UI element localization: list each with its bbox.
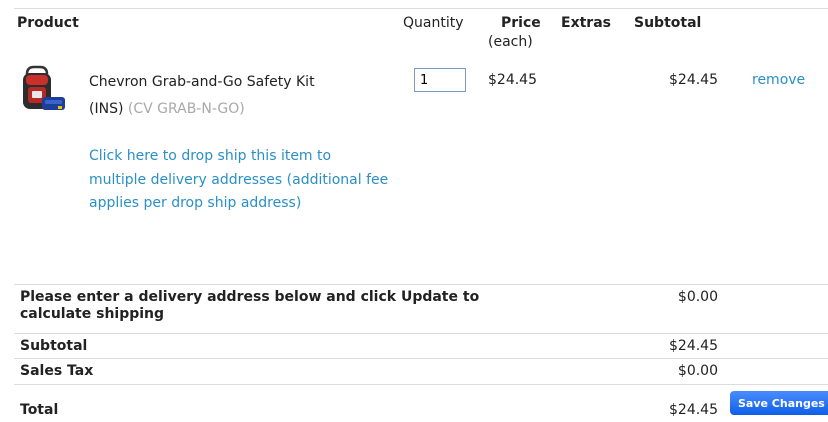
subtotal-value: $24.45 — [669, 338, 718, 354]
product-sku: (CV GRAB-N-GO) — [127, 101, 245, 117]
summary-top-border — [14, 284, 828, 285]
summary-divider-3 — [14, 384, 828, 385]
summary-divider-1 — [14, 333, 828, 334]
header-quantity: Quantity — [403, 15, 464, 31]
header-subtotal: Subtotal — [634, 15, 702, 31]
shipping-label: Please enter a delivery address below an… — [20, 289, 479, 323]
header-price: Price — [501, 15, 541, 31]
save-changes-button[interactable]: Save Changes — [730, 391, 828, 415]
item-subtotal: $24.45 — [669, 72, 718, 88]
quantity-input[interactable] — [414, 68, 466, 92]
product-name-suffix: (INS) — [89, 101, 124, 117]
summary-divider-2 — [14, 358, 828, 359]
shipping-label-line1: Please enter a delivery address below an… — [20, 289, 480, 305]
total-value: $24.45 — [669, 402, 718, 418]
drop-ship-link[interactable]: Click here to drop ship this item to mul… — [89, 145, 389, 216]
header-product: Product — [17, 15, 79, 31]
header-top-border — [14, 8, 828, 9]
backpack-safety-kit-icon — [23, 65, 65, 110]
shipping-value: $0.00 — [677, 289, 718, 305]
shipping-label-line2: calculate shipping — [20, 306, 165, 322]
product-name-line2: (INS) (CV GRAB-N-GO) — [89, 101, 245, 117]
product-image[interactable] — [18, 65, 70, 121]
subtotal-label: Subtotal — [20, 338, 88, 354]
item-price: $24.45 — [488, 72, 537, 88]
product-name: Chevron Grab-and-Go Safety Kit — [89, 74, 315, 90]
sales-tax-value: $0.00 — [677, 363, 718, 379]
header-price-each: (each) — [488, 34, 533, 50]
remove-link[interactable]: remove — [752, 72, 805, 88]
sales-tax-label: Sales Tax — [20, 363, 94, 379]
header-extras: Extras — [561, 15, 611, 31]
total-label: Total — [20, 402, 59, 418]
